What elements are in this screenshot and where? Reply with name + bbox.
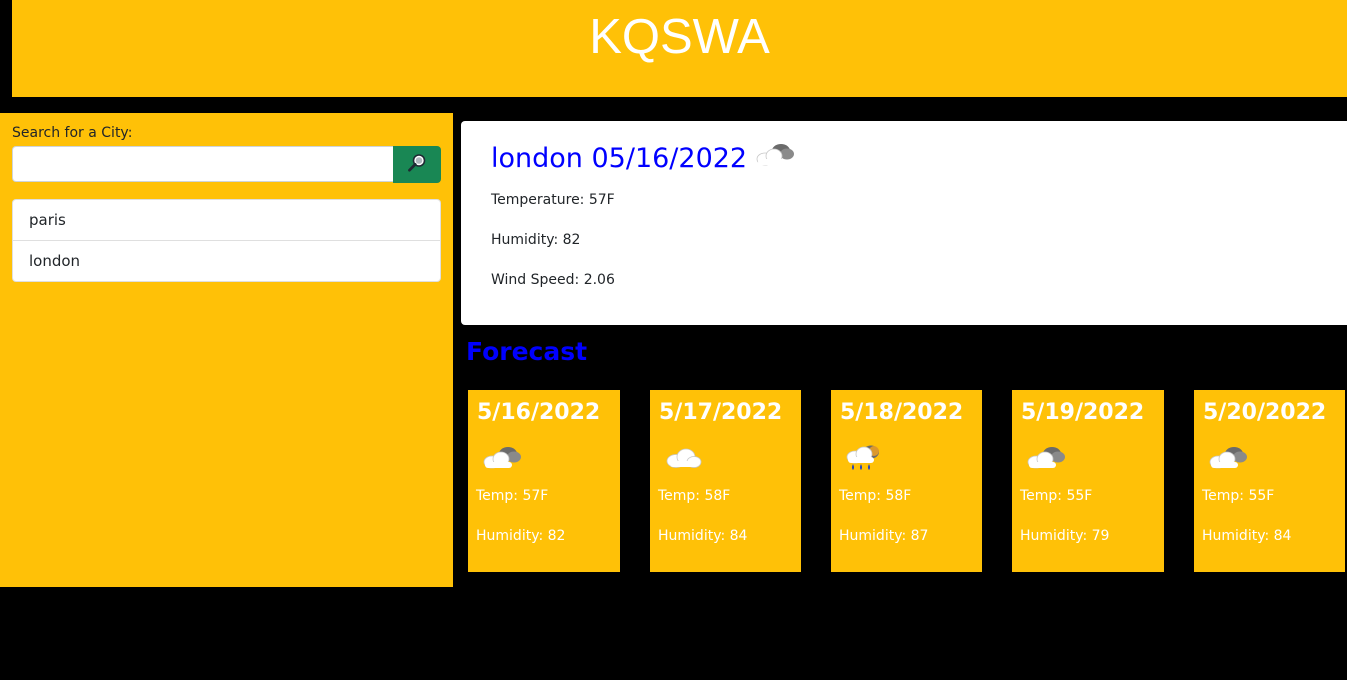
- search-history-list: paris london: [12, 199, 441, 282]
- city-search-input[interactable]: [12, 146, 393, 182]
- current-humidity: Humidity: 82: [491, 232, 581, 248]
- search-icon: [406, 152, 428, 178]
- forecast-temp: Temp: 57F: [476, 488, 549, 504]
- forecast-date: 5/19/2022: [1021, 400, 1145, 425]
- forecast-humidity: Humidity: 84: [658, 528, 748, 544]
- partly-cloudy-icon: [1024, 442, 1068, 476]
- forecast-card: 5/18/2022 Temp: 58F Humidity: 87: [831, 390, 982, 572]
- current-temperature: Temperature: 57F: [491, 192, 615, 208]
- search-button[interactable]: [393, 146, 441, 183]
- forecast-humidity: Humidity: 87: [839, 528, 929, 544]
- forecast-card: 5/19/2022 Temp: 55F Humidity: 79: [1012, 390, 1164, 572]
- forecast-card: 5/16/2022 Temp: 57F Humidity: 82: [468, 390, 620, 572]
- app-header: KQSWA: [12, 0, 1347, 97]
- app-title: KQSWA: [589, 10, 770, 64]
- rain-icon: [843, 442, 887, 476]
- forecast-humidity: Humidity: 79: [1020, 528, 1110, 544]
- current-weather-heading: london 05/16/2022: [491, 139, 797, 178]
- forecast-date: 5/20/2022: [1203, 400, 1327, 425]
- current-weather-card: london 05/16/2022 Temperature: 57F Humid…: [461, 121, 1347, 325]
- forecast-temp: Temp: 55F: [1020, 488, 1093, 504]
- history-item-london[interactable]: london: [13, 241, 440, 281]
- partly-cloudy-icon: [480, 442, 524, 476]
- forecast-temp: Temp: 58F: [658, 488, 731, 504]
- search-label: Search for a City:: [12, 125, 133, 141]
- history-item-paris[interactable]: paris: [13, 200, 440, 241]
- forecast-card: 5/20/2022 Temp: 55F Humidity: 84: [1194, 390, 1345, 572]
- partly-cloudy-icon: [1206, 442, 1250, 476]
- search-sidebar: Search for a City: paris london: [0, 113, 453, 587]
- cloud-icon: [662, 442, 706, 476]
- forecast-date: 5/17/2022: [659, 400, 783, 425]
- current-wind-speed: Wind Speed: 2.06: [491, 272, 615, 288]
- forecast-humidity: Humidity: 84: [1202, 528, 1292, 544]
- partly-cloudy-icon: [753, 139, 797, 178]
- forecast-card: 5/17/2022 Temp: 58F Humidity: 84: [650, 390, 801, 572]
- forecast-humidity: Humidity: 82: [476, 528, 566, 544]
- forecast-date: 5/16/2022: [477, 400, 601, 425]
- forecast-temp: Temp: 58F: [839, 488, 912, 504]
- forecast-date: 5/18/2022: [840, 400, 964, 425]
- current-city-date: london 05/16/2022: [491, 142, 748, 174]
- forecast-title: Forecast: [466, 337, 588, 366]
- forecast-temp: Temp: 55F: [1202, 488, 1275, 504]
